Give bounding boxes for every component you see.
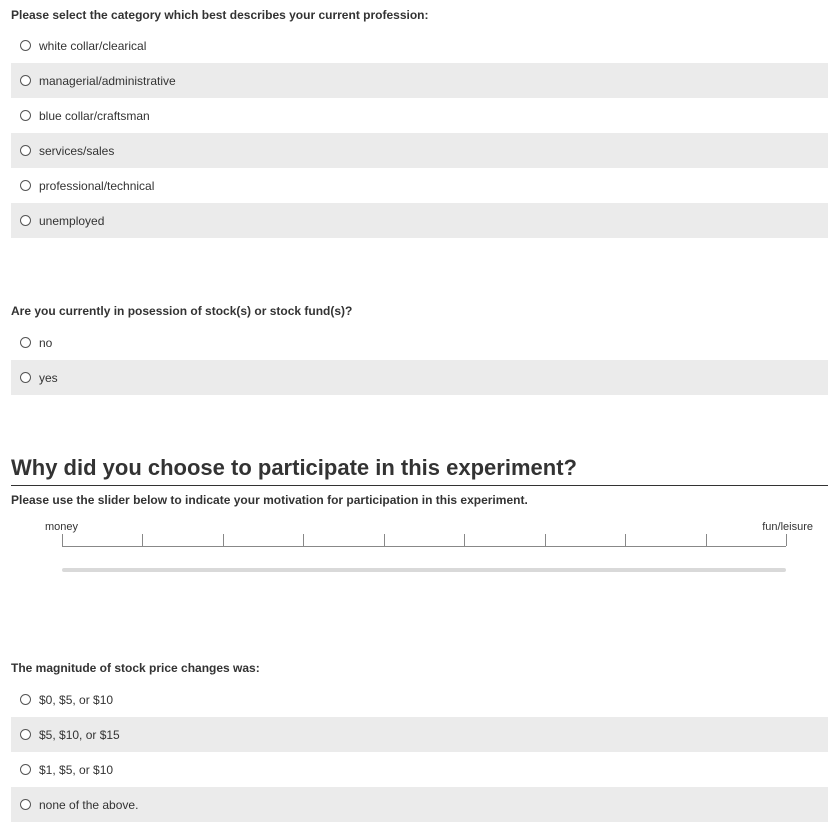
option-label: services/sales [39,143,115,158]
profession-option-services[interactable]: services/sales [11,133,828,168]
profession-option-unemployed[interactable]: unemployed [11,203,828,238]
option-label: white collar/clearical [39,38,147,53]
slider-tick [464,534,465,546]
slider-tick [625,534,626,546]
section-title: Why did you choose to participate in thi… [11,453,828,486]
radio-button-icon[interactable] [20,372,31,383]
option-label: managerial/administrative [39,73,176,88]
slider-track[interactable] [62,568,786,572]
radio-button-icon[interactable] [20,75,31,86]
magnitude-option-1[interactable]: $0, $5, or $10 [11,682,828,717]
slider-tick [142,534,143,546]
radio-button-icon[interactable] [20,764,31,775]
stocks-question: Are you currently in posession of stock(… [11,304,353,318]
radio-button-icon[interactable] [20,799,31,810]
radio-button-icon[interactable] [20,694,31,705]
stocks-option-no[interactable]: no [11,325,828,360]
option-label: $0, $5, or $10 [39,692,114,707]
motivation-slider: money fun/leisure [0,515,828,585]
option-label: yes [39,370,58,385]
slider-scale-line [62,546,786,547]
profession-question: Please select the category which best de… [11,8,429,22]
slider-tick [384,534,385,546]
slider-right-label: fun/leisure [762,521,813,533]
radio-button-icon[interactable] [20,729,31,740]
magnitude-question: The magnitude of stock price changes was… [11,661,260,675]
slider-tick [545,534,546,546]
slider-left-label: money [45,521,79,533]
slider-tick [303,534,304,546]
option-label: no [39,335,53,350]
option-label: unemployed [39,213,105,228]
magnitude-option-4[interactable]: none of the above. [11,787,828,822]
radio-button-icon[interactable] [20,215,31,226]
slider-tick [786,534,787,546]
radio-button-icon[interactable] [20,40,31,51]
radio-button-icon[interactable] [20,145,31,156]
stocks-option-yes[interactable]: yes [11,360,828,395]
profession-option-managerial[interactable]: managerial/administrative [11,63,828,98]
radio-button-icon[interactable] [20,110,31,121]
profession-option-white-collar[interactable]: white collar/clearical [11,28,828,63]
slider-tick [706,534,707,546]
option-label: $1, $5, or $10 [39,762,114,777]
magnitude-options: $0, $5, or $10 $5, $10, or $15 $1, $5, o… [11,682,828,822]
motivation-question: Please use the slider below to indicate … [11,493,528,507]
stocks-options: no yes [11,325,828,395]
option-label: professional/technical [39,178,155,193]
radio-button-icon[interactable] [20,180,31,191]
slider-tick [62,534,63,546]
option-label: $5, $10, or $15 [39,727,120,742]
option-label: none of the above. [39,797,139,812]
magnitude-option-2[interactable]: $5, $10, or $15 [11,717,828,752]
slider-tick [223,534,224,546]
magnitude-option-3[interactable]: $1, $5, or $10 [11,752,828,787]
profession-option-blue-collar[interactable]: blue collar/craftsman [11,98,828,133]
profession-options: white collar/clearical managerial/admini… [11,28,828,238]
profession-option-professional[interactable]: professional/technical [11,168,828,203]
radio-button-icon[interactable] [20,337,31,348]
option-label: blue collar/craftsman [39,108,150,123]
